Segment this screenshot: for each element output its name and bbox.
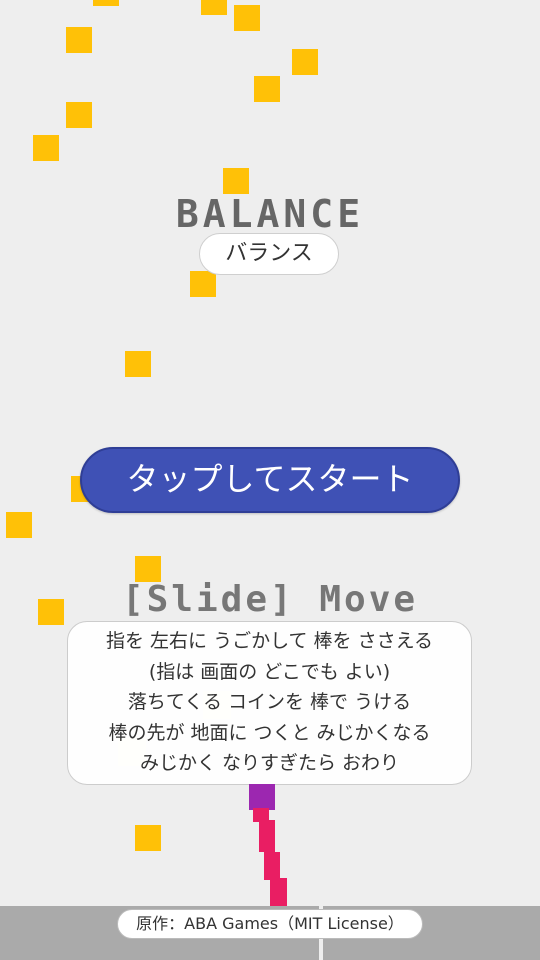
stick-segment (259, 820, 275, 852)
coin (33, 135, 59, 161)
coin (6, 512, 32, 538)
control-hint: [Slide] Move (121, 579, 419, 620)
stick-segment (264, 852, 280, 880)
game-title: BALANCE (175, 192, 365, 236)
instruction-line: 指を 左右に うごかして 棒を ささえる (105, 630, 434, 652)
coin (135, 825, 161, 851)
stick-segment (270, 878, 287, 908)
coin (254, 76, 280, 102)
coin (66, 27, 92, 53)
instruction-line: (指は 画面の どこでも よい) (148, 660, 391, 683)
instruction-line: 棒の先が 地面に つくと みじかくなる (108, 721, 431, 744)
instruction-line: みじかく なりすぎたら おわり (139, 752, 400, 774)
coin (292, 49, 318, 75)
credit-label: 原作：ABA Games（MIT License） (117, 909, 423, 939)
start-button[interactable]: タップしてスタート (80, 447, 460, 513)
game-subtitle: バランス (199, 233, 339, 275)
instruction-line: 落ちてくる コインを 棒で うける (127, 691, 412, 713)
stick-tip (249, 784, 275, 810)
coin (201, 0, 227, 15)
instructions-panel: 指を 左右に うごかして 棒を ささえる (指は 画面の どこでも よい) 落ち… (67, 621, 472, 785)
coin (93, 0, 119, 6)
coin (125, 351, 151, 377)
coin (234, 5, 260, 31)
coin (190, 271, 216, 297)
coin (66, 102, 92, 128)
